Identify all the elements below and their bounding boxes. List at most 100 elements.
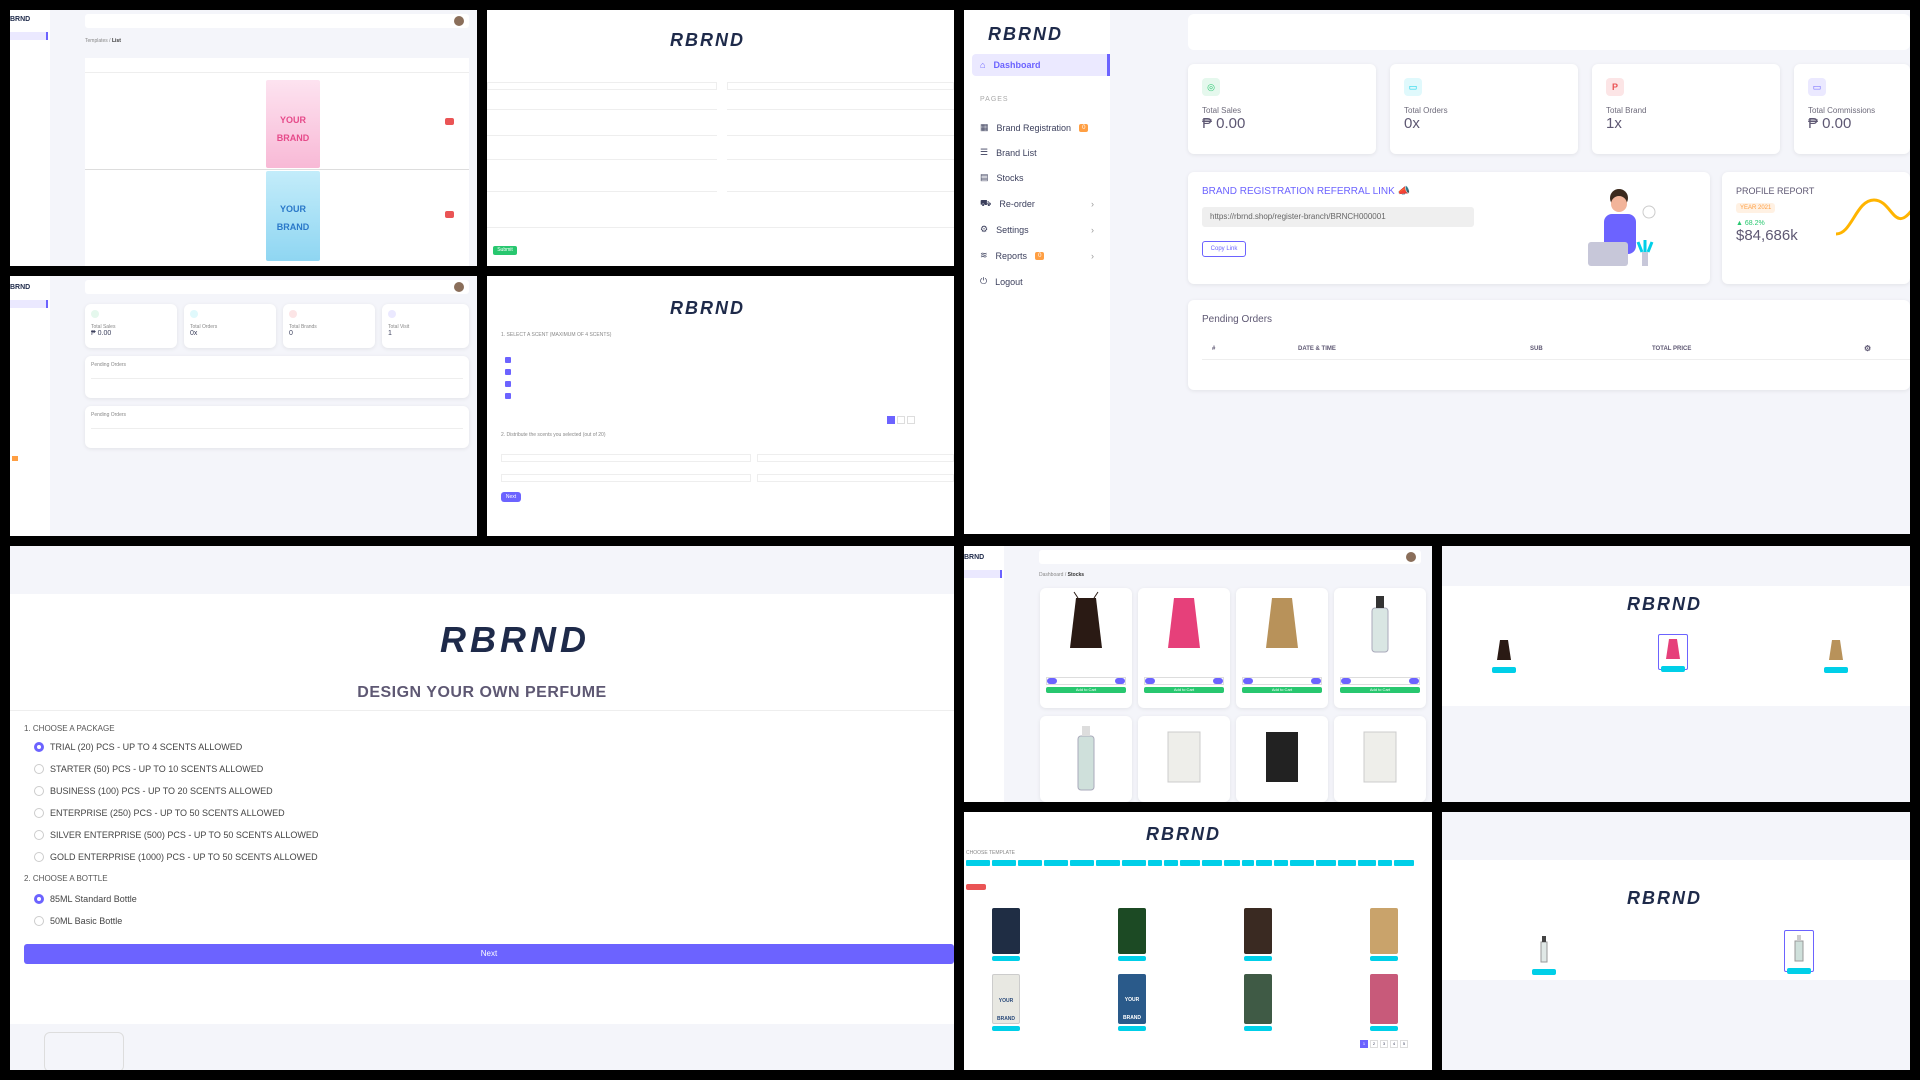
page-button[interactable] xyxy=(897,416,905,424)
add-to-cart-button[interactable]: Add to Cart xyxy=(1046,687,1126,693)
category-tab[interactable] xyxy=(1224,860,1240,866)
page-button[interactable]: 5 xyxy=(1400,1040,1408,1048)
category-tab[interactable] xyxy=(1242,860,1254,866)
select-button[interactable] xyxy=(1824,667,1848,673)
quantity-stepper[interactable] xyxy=(1046,677,1126,685)
referral-link-field[interactable]: https://rbrnd.shop/register-branch/BRNCH… xyxy=(1202,207,1474,227)
quantity-input[interactable] xyxy=(501,474,751,482)
breadcrumb-parent[interactable]: Templates xyxy=(85,38,108,44)
quantity-stepper[interactable] xyxy=(1242,677,1322,685)
radio-button[interactable] xyxy=(34,808,44,818)
avatar[interactable] xyxy=(454,282,464,292)
category-tab[interactable] xyxy=(992,860,1016,866)
quantity-input[interactable] xyxy=(757,454,954,462)
category-tab[interactable] xyxy=(1358,860,1376,866)
radio-button[interactable] xyxy=(34,852,44,862)
text-input[interactable] xyxy=(487,220,954,228)
scent-checkbox[interactable] xyxy=(505,386,511,404)
radio-button[interactable] xyxy=(34,894,44,904)
add-to-cart-button[interactable]: Add to Cart xyxy=(1144,687,1224,693)
option-pink-pouch[interactable] xyxy=(1658,634,1688,672)
select-button[interactable] xyxy=(1787,968,1811,974)
template-option[interactable] xyxy=(1118,908,1148,962)
sidebar-active-item[interactable] xyxy=(964,570,1002,578)
template-option[interactable]: YOUR BRAND xyxy=(992,974,1022,1032)
package-option-gold[interactable]: GOLD ENTERPRISE (1000) PCS - UP TO 50 SC… xyxy=(34,852,318,862)
category-tab[interactable] xyxy=(1290,860,1314,866)
next-button[interactable]: Next xyxy=(24,944,954,964)
option-clear-spray-bottle[interactable] xyxy=(1532,934,1556,975)
category-tab[interactable] xyxy=(1180,860,1200,866)
text-input[interactable] xyxy=(727,184,954,192)
package-option-starter[interactable]: STARTER (50) PCS - UP TO 10 SCENTS ALLOW… xyxy=(34,764,263,774)
template-option[interactable] xyxy=(992,908,1022,962)
text-input[interactable] xyxy=(487,184,717,192)
column-header[interactable]: SUB xyxy=(1530,346,1543,352)
sidebar-item-dashboard[interactable]: ⌂ Dashboard xyxy=(972,54,1110,76)
sidebar-item-settings[interactable]: ⚙ Settings › xyxy=(980,224,1094,235)
category-tab[interactable] xyxy=(1148,860,1162,866)
category-tab[interactable] xyxy=(1256,860,1272,866)
text-input[interactable] xyxy=(487,128,717,136)
category-tab[interactable] xyxy=(1164,860,1178,866)
text-input[interactable] xyxy=(727,82,954,90)
category-tab[interactable] xyxy=(1202,860,1222,866)
add-to-cart-button[interactable]: Add to Cart xyxy=(1242,687,1322,693)
text-input[interactable] xyxy=(727,102,954,110)
template-option[interactable] xyxy=(1370,974,1400,1032)
package-option-trial[interactable]: TRIAL (20) PCS - UP TO 4 SCENTS ALLOWED xyxy=(34,742,242,752)
category-tab[interactable] xyxy=(1338,860,1356,866)
package-option-silver[interactable]: SILVER ENTERPRISE (500) PCS - UP TO 50 S… xyxy=(34,830,318,840)
radio-button[interactable] xyxy=(34,742,44,752)
category-tab[interactable] xyxy=(1044,860,1068,866)
category-tab[interactable] xyxy=(1378,860,1392,866)
category-tab[interactable] xyxy=(1122,860,1146,866)
template-option[interactable] xyxy=(1244,974,1274,1032)
column-header[interactable]: TOTAL PRICE xyxy=(1652,346,1691,352)
category-tab[interactable] xyxy=(1096,860,1120,866)
sidebar-item-reports[interactable]: ≋ Reports 0 › xyxy=(980,250,1094,261)
sidebar-active-item[interactable] xyxy=(10,32,48,40)
select-button[interactable] xyxy=(1532,969,1556,975)
select-button[interactable] xyxy=(1661,666,1685,672)
option-black-pouch[interactable] xyxy=(1492,638,1516,673)
quantity-stepper[interactable] xyxy=(1340,677,1420,685)
page-button[interactable] xyxy=(887,416,895,424)
page-button[interactable]: 4 xyxy=(1390,1040,1398,1048)
template-option[interactable] xyxy=(1244,908,1274,962)
submit-button[interactable]: Submit xyxy=(493,246,517,255)
category-tab[interactable] xyxy=(1070,860,1094,866)
text-input[interactable] xyxy=(727,152,954,160)
page-button[interactable] xyxy=(907,416,915,424)
sidebar-item-stocks[interactable]: ▤ Stocks xyxy=(980,172,1024,183)
bottle-option-85ml[interactable]: 85ML Standard Bottle xyxy=(34,894,137,904)
delete-button[interactable] xyxy=(445,118,454,125)
text-input[interactable] xyxy=(487,82,717,90)
sidebar-item-brand-registration[interactable]: ▦ Brand Registration 0 xyxy=(980,122,1089,133)
bottle-option-50ml[interactable]: 50ML Basic Bottle xyxy=(34,916,122,926)
category-tab[interactable] xyxy=(1316,860,1336,866)
next-button[interactable]: Next xyxy=(501,492,521,502)
sidebar-active-item[interactable] xyxy=(10,300,48,308)
avatar[interactable] xyxy=(1406,552,1416,562)
template-option[interactable]: YOUR BRAND xyxy=(1118,974,1148,1032)
radio-button[interactable] xyxy=(34,830,44,840)
radio-button[interactable] xyxy=(34,916,44,926)
category-tab[interactable] xyxy=(966,860,990,866)
category-tab[interactable] xyxy=(1394,860,1414,866)
radio-button[interactable] xyxy=(34,764,44,774)
template-option[interactable] xyxy=(1370,908,1400,962)
page-button[interactable]: 2 xyxy=(1370,1040,1378,1048)
add-to-cart-button[interactable]: Add to Cart xyxy=(1340,687,1420,693)
gear-icon[interactable]: ⚙ xyxy=(1864,344,1871,353)
quantity-input[interactable] xyxy=(501,454,751,462)
select-button[interactable] xyxy=(1492,667,1516,673)
page-button[interactable]: 3 xyxy=(1380,1040,1388,1048)
quantity-input[interactable] xyxy=(757,474,954,482)
radio-button[interactable] xyxy=(34,786,44,796)
option-brown-pouch[interactable] xyxy=(1824,638,1848,673)
sidebar-item-reorder[interactable]: ⛟ Re-order › xyxy=(980,198,1094,210)
quantity-stepper[interactable] xyxy=(1144,677,1224,685)
package-option-enterprise[interactable]: ENTERPRISE (250) PCS - UP TO 50 SCENTS A… xyxy=(34,808,285,818)
option-frosted-bottle[interactable] xyxy=(1784,930,1814,974)
